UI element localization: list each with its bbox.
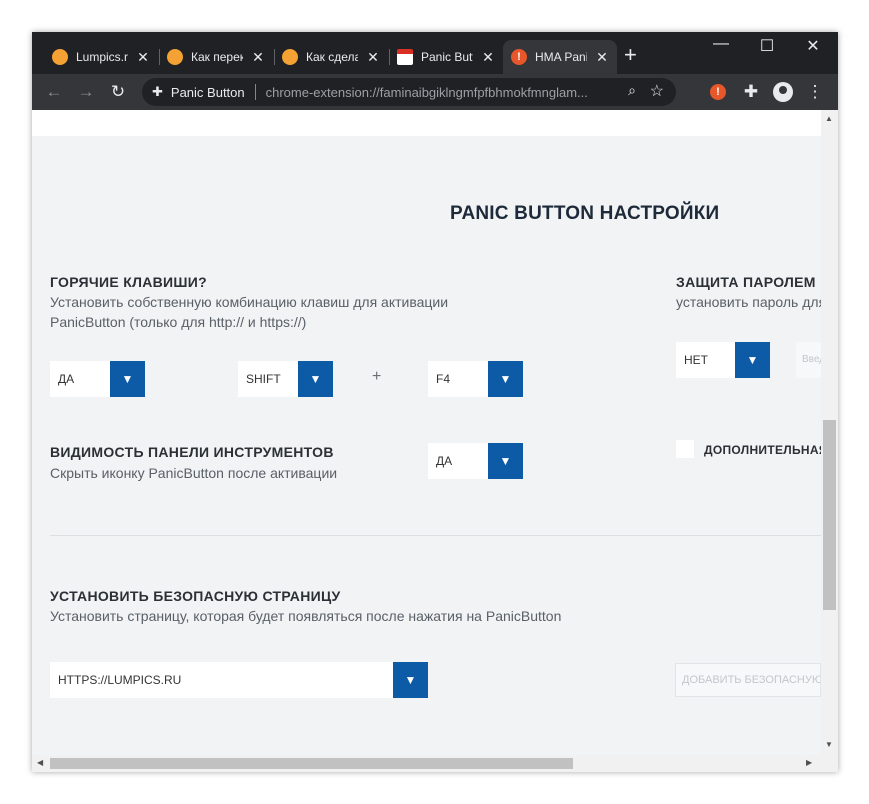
- back-icon[interactable]: ←: [42, 80, 66, 104]
- close-tab-icon[interactable]: ✕: [251, 49, 265, 66]
- lumpics-favicon-icon: [52, 49, 68, 65]
- safe-page-desc: Установить страницу, которая будет появл…: [50, 608, 562, 624]
- select-value: F4: [436, 372, 451, 386]
- lumpics-favicon-icon: [167, 49, 183, 65]
- menu-icon[interactable]: ⋮: [803, 80, 827, 104]
- add-safe-page-button[interactable]: ДОБАВИТЬ БЕЗОПАСНУЮ: [675, 663, 821, 697]
- close-tab-icon[interactable]: ✕: [595, 49, 609, 66]
- scroll-right-icon[interactable]: ▶: [806, 758, 812, 767]
- browser-window: Lumpics.ru ✕ Как переключаться ✕ Как сде…: [32, 32, 838, 772]
- dropdown-arrow-icon: ▼: [393, 662, 428, 698]
- alert-favicon-icon: !: [511, 49, 527, 65]
- hotkeys-title: ГОРЯЧИЕ КЛАВИШИ?: [50, 274, 207, 290]
- panic-button-favicon-icon: [397, 49, 413, 65]
- tab-kak-pereklyuchat[interactable]: Как переключаться ✕: [159, 40, 275, 74]
- horizontal-scroll-thumb[interactable]: [50, 758, 573, 769]
- plus-sign: +: [372, 368, 382, 385]
- omnibox-divider: [254, 84, 256, 100]
- zoom-icon[interactable]: ⌕: [628, 82, 636, 99]
- tab-title: Как сделать: [306, 50, 358, 64]
- toolbar-visibility-title: ВИДИМОСТЬ ПАНЕЛИ ИНСТРУМЕНТОВ: [50, 444, 334, 460]
- select-value: ДА: [58, 372, 75, 386]
- select-value: SHIFT: [246, 372, 281, 386]
- close-tab-icon[interactable]: ✕: [366, 49, 380, 66]
- vertical-scroll-thumb[interactable]: [823, 420, 836, 610]
- close-tab-icon[interactable]: ✕: [136, 49, 150, 66]
- horizontal-scrollbar[interactable]: ◀ ▶: [32, 755, 838, 772]
- new-tab-button[interactable]: +: [624, 44, 637, 66]
- tab-panic-button[interactable]: Panic Button ✕: [389, 40, 505, 74]
- site-label: Panic Button: [170, 84, 245, 100]
- minimize-button[interactable]: —: [698, 35, 744, 53]
- vertical-scrollbar[interactable]: ▲ ▼: [821, 110, 838, 758]
- tab-kak-sdelat[interactable]: Как сделать ✕: [274, 40, 390, 74]
- url-text[interactable]: chrome-extension://faminaibgiklngmfpfbhm…: [266, 85, 626, 100]
- password-enabled-select[interactable]: НЕТ ▼: [676, 342, 770, 378]
- extra-option-checkbox[interactable]: [676, 440, 694, 458]
- hotkeys-desc-line1: Установить собственную комбинацию клавиш…: [50, 294, 449, 310]
- dropdown-arrow-icon: ▼: [735, 342, 770, 378]
- tab-strip: Lumpics.ru ✕ Как переключаться ✕ Как сде…: [32, 32, 838, 74]
- puzzle-icon: ✚: [152, 84, 163, 99]
- address-bar[interactable]: ✚ Panic Button chrome-extension://famina…: [142, 78, 676, 106]
- tab-title: Panic Button: [421, 50, 473, 64]
- select-value: HTTPS://LUMPICS.RU: [58, 673, 182, 687]
- forward-icon[interactable]: →: [74, 80, 98, 104]
- profile-icon[interactable]: [773, 82, 793, 102]
- dropdown-arrow-icon: ▼: [298, 361, 333, 397]
- settings-page: PANIC BUTTON НАСТРОЙКИ ГОРЯЧИЕ КЛАВИШИ? …: [32, 110, 821, 758]
- extensions-icon[interactable]: ✚: [739, 80, 763, 104]
- tab-title: Lumpics.ru: [76, 50, 128, 64]
- page-title: PANIC BUTTON НАСТРОЙКИ: [450, 203, 720, 224]
- extra-option-label: ДОПОЛНИТЕЛЬНАЯ: [704, 443, 821, 457]
- tab-lumpics[interactable]: Lumpics.ru ✕: [44, 40, 160, 74]
- tab-hma-panic[interactable]: ! HMA Panic ✕: [503, 40, 617, 74]
- dropdown-arrow-icon: ▼: [488, 361, 523, 397]
- select-value: ДА: [436, 454, 453, 468]
- password-input[interactable]: Введите: [796, 342, 821, 378]
- password-title: ЗАЩИТА ПАРОЛЕМ: [676, 274, 816, 290]
- scroll-down-icon[interactable]: ▼: [825, 740, 833, 749]
- hotkey-key-select[interactable]: F4 ▼: [428, 361, 523, 397]
- reload-icon[interactable]: ↻: [106, 80, 130, 104]
- dropdown-arrow-icon: ▼: [110, 361, 145, 397]
- select-value: НЕТ: [684, 353, 708, 367]
- extension-alert-icon[interactable]: !: [710, 84, 726, 100]
- password-desc: установить пароль для: [676, 294, 821, 310]
- safe-page-title: УСТАНОВИТЬ БЕЗОПАСНУЮ СТРАНИЦУ: [50, 588, 341, 604]
- close-tab-icon[interactable]: ✕: [481, 49, 495, 66]
- section-divider: [50, 535, 821, 536]
- tab-title: HMA Panic: [535, 50, 587, 64]
- browser-toolbar: ← → ↻ ✚ Panic Button chrome-extension://…: [32, 74, 838, 110]
- dropdown-arrow-icon: ▼: [488, 443, 523, 479]
- toolbar-visibility-select[interactable]: ДА ▼: [428, 443, 523, 479]
- scroll-left-icon[interactable]: ◀: [37, 758, 43, 767]
- safe-page-select[interactable]: HTTPS://LUMPICS.RU ▼: [50, 662, 428, 698]
- maximize-button[interactable]: ☐: [744, 36, 790, 56]
- toolbar-visibility-desc: Скрыть иконку PanicButton после активаци…: [50, 465, 338, 481]
- tab-title: Как переключаться: [191, 50, 243, 64]
- hotkeys-desc-line2: PanicButton (только для http:// и https:…: [50, 314, 307, 330]
- scroll-up-icon[interactable]: ▲: [825, 114, 833, 123]
- hotkeys-enabled-select[interactable]: ДА ▼: [50, 361, 145, 397]
- page-top-band: [32, 110, 821, 136]
- lumpics-favicon-icon: [282, 49, 298, 65]
- hotkey-modifier-select[interactable]: SHIFT ▼: [238, 361, 333, 397]
- close-window-button[interactable]: ✕: [790, 36, 836, 56]
- star-icon[interactable]: ☆: [650, 81, 664, 101]
